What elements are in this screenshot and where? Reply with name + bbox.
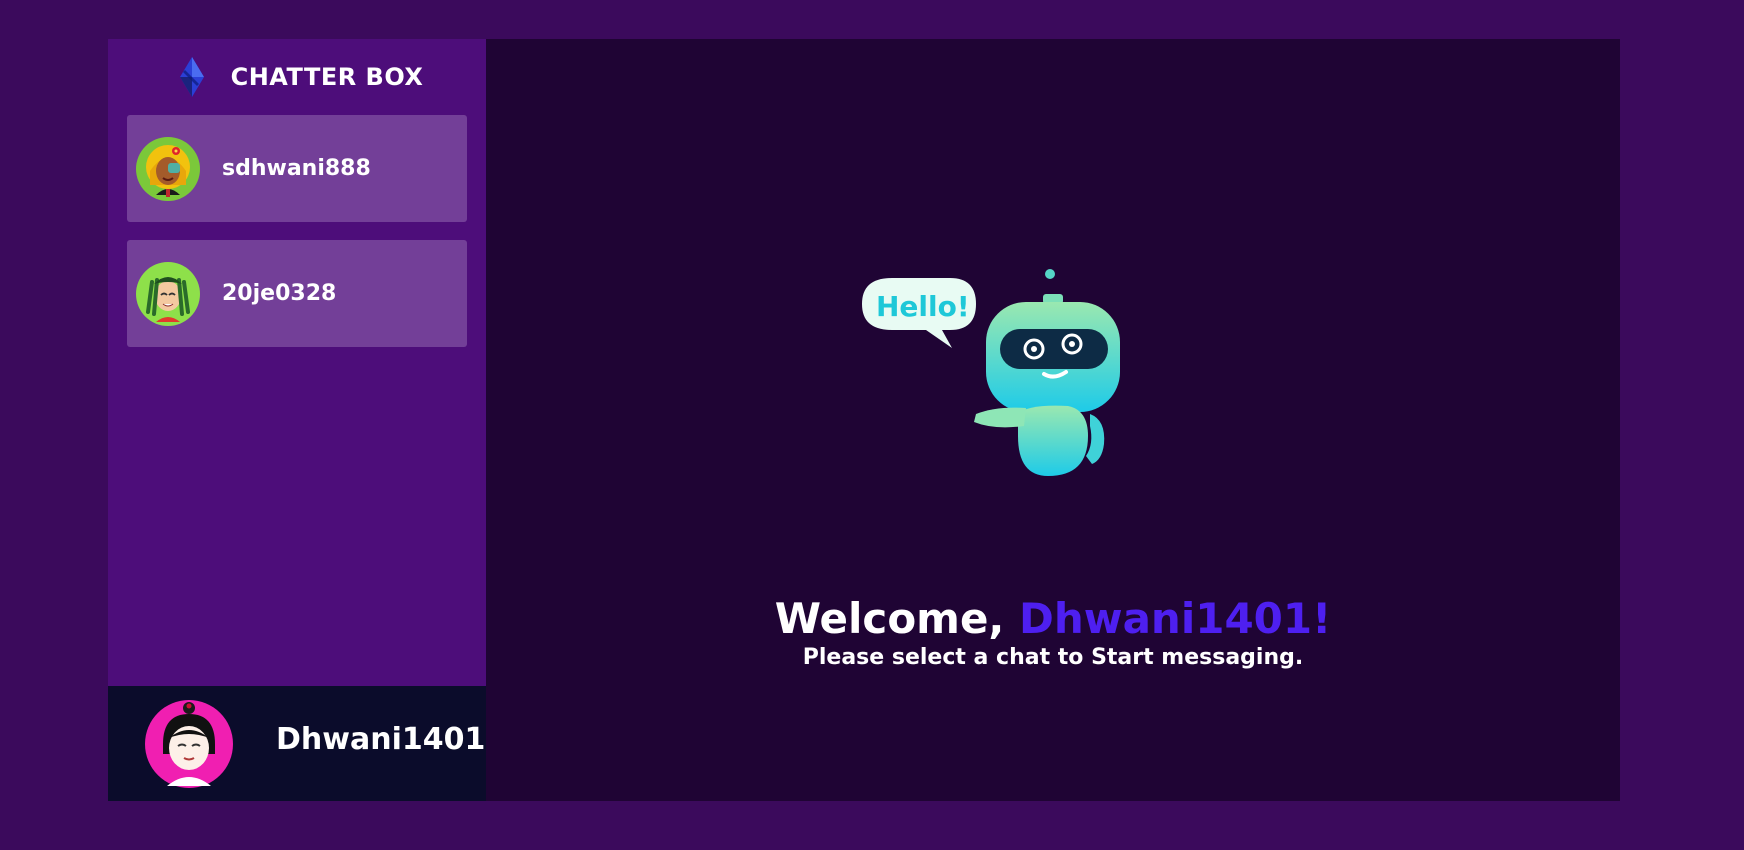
avatar-girl-flower-icon xyxy=(136,136,200,201)
diamond-logo-icon xyxy=(179,57,204,97)
welcome-heading: Welcome, Dhwani1401! xyxy=(486,594,1620,644)
avatar-girl-bun-icon xyxy=(145,699,233,788)
contact-item[interactable]: 20je0328 xyxy=(127,240,467,347)
avatar-girl-dreadlocks-icon xyxy=(136,261,200,326)
contact-username: 20je0328 xyxy=(222,281,337,306)
brand-header: CHATTER BOX xyxy=(108,39,486,115)
robot-hello-illustration: Hello! xyxy=(862,269,1120,476)
speech-bubble-text: Hello! xyxy=(876,290,970,323)
welcome-message: Welcome, Dhwani1401! Please select a cha… xyxy=(486,594,1620,672)
welcome-subtitle: Please select a chat to Start messaging. xyxy=(802,645,1304,670)
app-container: CHATTER BOX sdhwani888 20je0328 Dhwani14… xyxy=(108,39,1620,801)
welcome-greeting: Welcome, xyxy=(774,594,1020,643)
welcome-pane: Hello! Welcome, Dhwani1401! Please selec… xyxy=(486,39,1620,801)
current-username: Dhwani1401 xyxy=(276,722,486,757)
brand-name: CHATTER BOX xyxy=(230,63,424,91)
contact-username: sdhwani888 xyxy=(222,156,371,181)
contact-item[interactable]: sdhwani888 xyxy=(127,115,467,222)
current-user-panel: Dhwani1401 xyxy=(108,686,486,801)
sidebar: CHATTER BOX sdhwani888 20je0328 Dhwani14… xyxy=(108,39,486,801)
welcome-username: Dhwani1401! xyxy=(1019,594,1332,643)
contact-list: sdhwani888 20je0328 xyxy=(108,115,486,347)
